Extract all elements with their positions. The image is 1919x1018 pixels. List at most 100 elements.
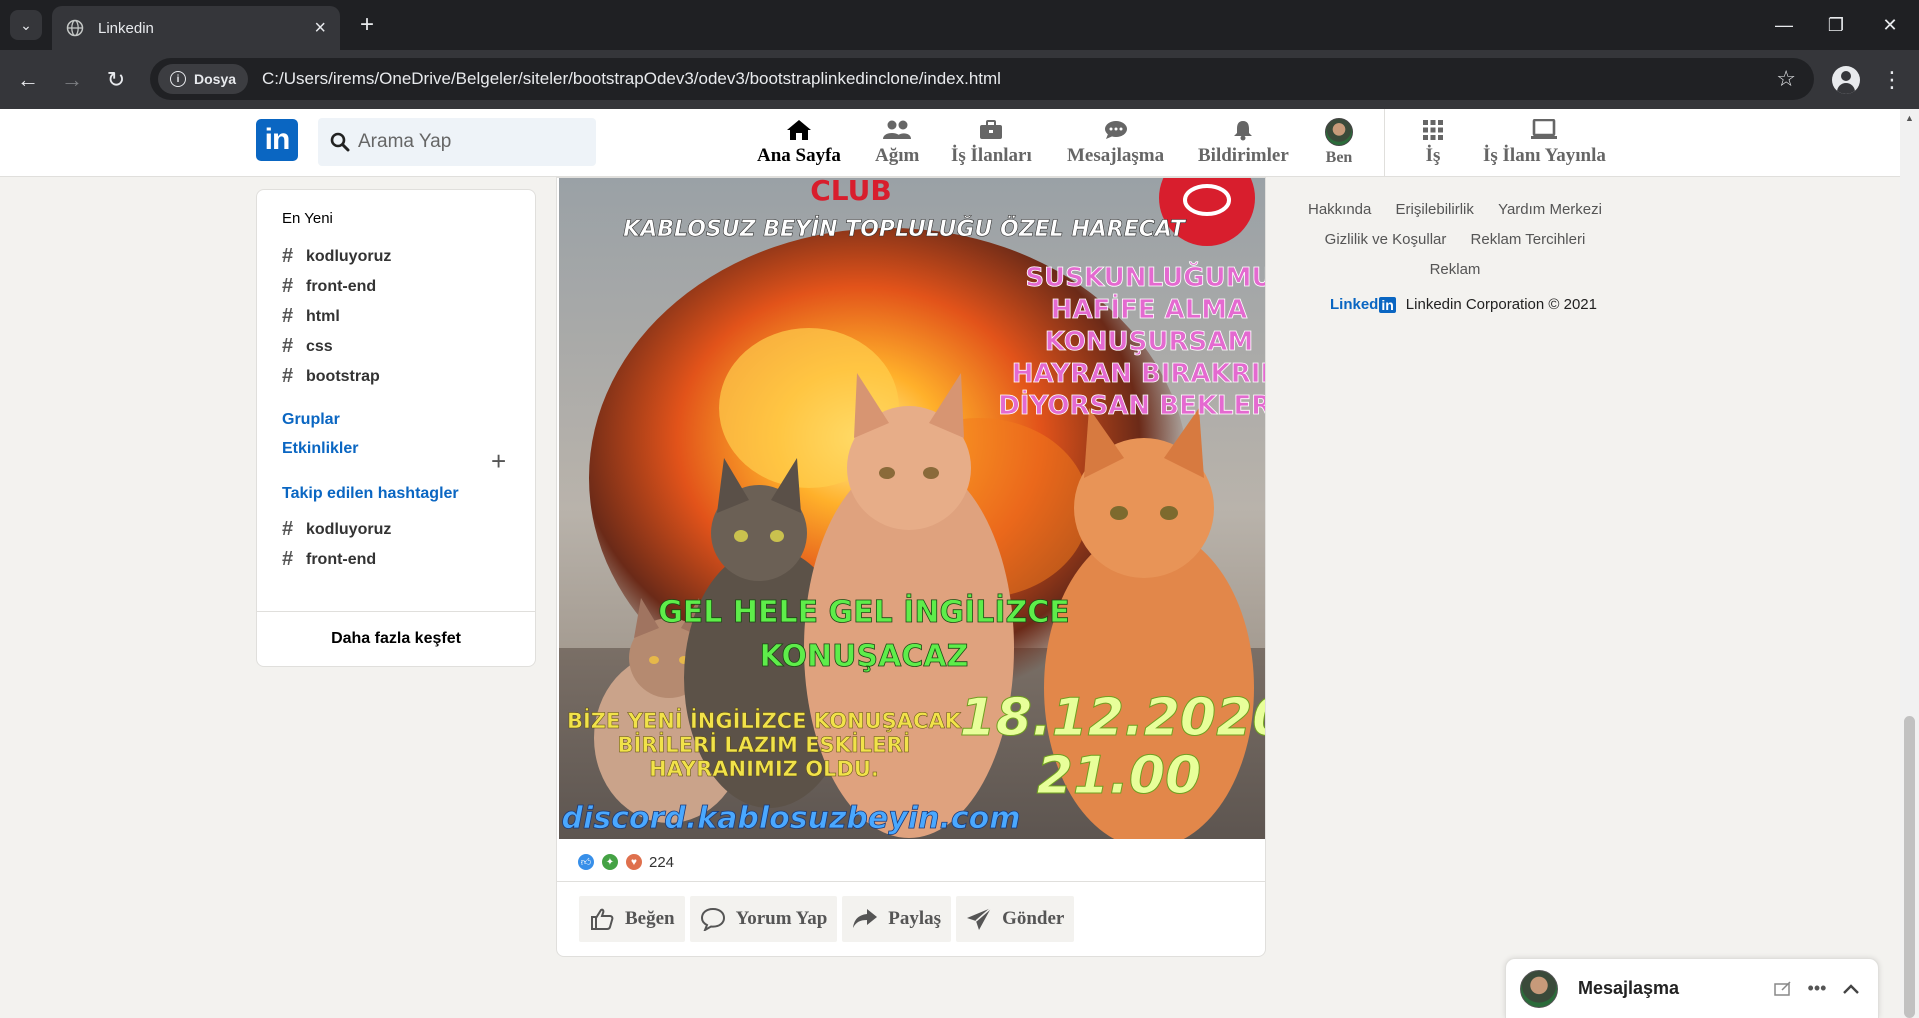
tab-search-button[interactable]: ⌄ — [10, 10, 42, 40]
minimize-button[interactable]: — — [1764, 10, 1804, 40]
post-divider — [557, 881, 1265, 882]
hashtag-icon: # — [282, 275, 294, 297]
nav-notifications[interactable]: Bildirimler — [1198, 117, 1289, 173]
hashtag-icon: # — [282, 335, 294, 357]
nav-network[interactable]: Ağım — [875, 117, 919, 173]
followed-hashtags-link[interactable]: Takip edilen hashtagler — [282, 485, 459, 503]
hashtag-icon: # — [282, 518, 294, 540]
close-window-button[interactable]: ✕ — [1870, 10, 1910, 40]
more-options-icon[interactable]: ••• — [1804, 976, 1830, 1002]
hashtag-item[interactable]: # kodluyoruz — [282, 518, 391, 541]
reactions-summary[interactable]: 👍︎ ✦ ♥ 224 — [577, 853, 674, 871]
footer-link[interactable]: Reklam — [1430, 261, 1481, 278]
hashtag-item[interactable]: # css — [282, 335, 333, 358]
poster-site: discord.kablosuzbeyin.com — [562, 801, 1021, 836]
footer-link[interactable]: Erişilebilirlik — [1396, 201, 1474, 218]
back-button[interactable]: ← — [12, 64, 44, 96]
poster-middle-line: GEL HELE GEL İNGİLİZCE — [658, 594, 1070, 630]
poster-time: 21.00 — [1037, 746, 1201, 806]
post-image[interactable]: CLUB KABLOSUZ BEYİN TOPLULUĞU ÖZEL HAREC… — [559, 178, 1265, 839]
new-tab-button[interactable]: + — [352, 10, 382, 40]
share-button[interactable]: Paylaş — [842, 896, 952, 942]
profile-icon[interactable] — [1832, 66, 1860, 94]
address-bar[interactable]: i Dosya C:/Users/irems/OneDrive/Belgeler… — [150, 58, 1814, 100]
chevron-up-icon[interactable] — [1838, 976, 1864, 1002]
footer-link[interactable]: Hakkında — [1308, 201, 1371, 218]
briefcase-icon — [979, 117, 1003, 143]
nav-work[interactable]: İş — [1422, 117, 1444, 173]
browser-toolbar: ← → ↻ i Dosya C:/Users/irems/OneDrive/Be… — [0, 50, 1919, 109]
hashtag-icon: # — [282, 245, 294, 267]
poster-right-line: HAFİFE ALMA — [1051, 293, 1248, 325]
footer-link[interactable]: Reklam Tercihleri — [1471, 231, 1586, 248]
share-label: Paylaş — [888, 908, 942, 929]
nav-messaging[interactable]: Mesajlaşma — [1067, 117, 1164, 173]
nav-label: Bildirimler — [1198, 145, 1289, 166]
groups-link[interactable]: Gruplar — [282, 411, 340, 429]
footer-link[interactable]: Gizlilik ve Koşullar — [1325, 231, 1447, 248]
celebrate-reaction-icon: ✦ — [601, 853, 619, 871]
browser-menu-icon[interactable]: ⋮ — [1880, 64, 1904, 96]
laptop-icon — [1530, 117, 1558, 143]
comment-icon — [700, 906, 726, 932]
left-sidebar-card: En Yeni # kodluyoruz # front-end # html # cs… — [256, 189, 536, 667]
send-button[interactable]: Gönder — [956, 896, 1075, 942]
info-icon: i — [170, 71, 186, 87]
poster-middle-line: KONUŞACAZ — [760, 639, 969, 674]
forward-button[interactable]: → — [56, 64, 88, 96]
avatar — [1520, 969, 1558, 1008]
scrollbar-thumb[interactable] — [1904, 716, 1915, 1018]
bookmark-star-icon[interactable]: ☆ — [1776, 66, 1796, 92]
discover-more-button[interactable]: Daha fazla keşfet — [257, 611, 535, 666]
hashtag-icon: # — [282, 365, 294, 387]
hashtag-item[interactable]: # front-end — [282, 548, 376, 571]
page-scrollbar[interactable]: ▲ — [1900, 109, 1919, 1018]
hashtag-icon: # — [282, 548, 294, 570]
url-text[interactable]: C:/Users/irems/OneDrive/Belgeler/siteler… — [262, 69, 1776, 89]
site-info-label: Dosya — [194, 71, 237, 87]
hashtag-item[interactable]: # kodluyoruz — [282, 245, 391, 268]
hashtag-item[interactable]: # html — [282, 305, 340, 328]
like-button[interactable]: Beğen — [579, 896, 685, 942]
nav-post-job[interactable]: İş İlanı Yayınla — [1483, 117, 1606, 173]
nav-jobs[interactable]: İş İlanları — [951, 117, 1032, 173]
nav-label: Ağım — [875, 145, 920, 166]
like-icon — [589, 906, 615, 932]
messaging-bar[interactable]: Mesajlaşma ••• — [1505, 958, 1879, 1018]
recent-title: En Yeni — [282, 210, 333, 227]
nav-label: Mesajlaşma — [1067, 145, 1165, 166]
browser-tab[interactable]: Linkedin × — [52, 6, 340, 50]
tab-title: Linkedin — [98, 19, 154, 37]
reload-button[interactable]: ↻ — [100, 64, 132, 96]
close-tab-icon[interactable]: × — [314, 17, 326, 40]
poster-right-line: SUSKUNLUĞUMU — [1025, 261, 1265, 293]
events-link[interactable]: Etkinlikler — [282, 440, 358, 458]
footer-link[interactable]: Yardım Merkezi — [1498, 201, 1602, 218]
love-reaction-icon: ♥ — [625, 853, 643, 871]
scroll-up-arrow-icon[interactable]: ▲ — [1900, 113, 1919, 127]
copyright-text: Linkedin Corporation © 2021 — [1405, 296, 1597, 313]
compose-icon[interactable] — [1770, 976, 1796, 1002]
add-event-icon[interactable]: + — [491, 446, 506, 477]
reaction-count: 224 — [649, 853, 675, 871]
restore-button[interactable]: ❐ — [1816, 10, 1856, 40]
poster-bottom-line: HAYRANIMIZ OLDU. — [649, 757, 879, 781]
linkedin-logo[interactable]: in — [256, 119, 298, 161]
nav-me[interactable]: Ben — [1325, 117, 1353, 173]
post-card: CLUB KABLOSUZ BEYİN TOPLULUĞU ÖZEL HAREC… — [556, 177, 1266, 957]
site-info-chip[interactable]: i Dosya — [158, 64, 249, 94]
nav-label: İş İlanları — [951, 145, 1032, 166]
hashtag-item[interactable]: # bootstrap — [282, 365, 380, 388]
nav-home[interactable]: Ana Sayfa — [757, 117, 841, 173]
comment-label: Yorum Yap — [735, 908, 828, 929]
search-icon — [330, 132, 350, 152]
messaging-title: Mesajlaşma — [1578, 978, 1680, 998]
send-label: Gönder — [1002, 908, 1065, 929]
hashtag-item[interactable]: # front-end — [282, 275, 376, 298]
comment-button[interactable]: Yorum Yap — [689, 896, 838, 942]
nav-label: İş İlanı Yayınla — [1483, 145, 1606, 166]
search-box[interactable] — [318, 118, 596, 166]
bell-icon — [1232, 117, 1254, 143]
home-icon — [786, 117, 812, 143]
search-input[interactable] — [358, 131, 558, 153]
